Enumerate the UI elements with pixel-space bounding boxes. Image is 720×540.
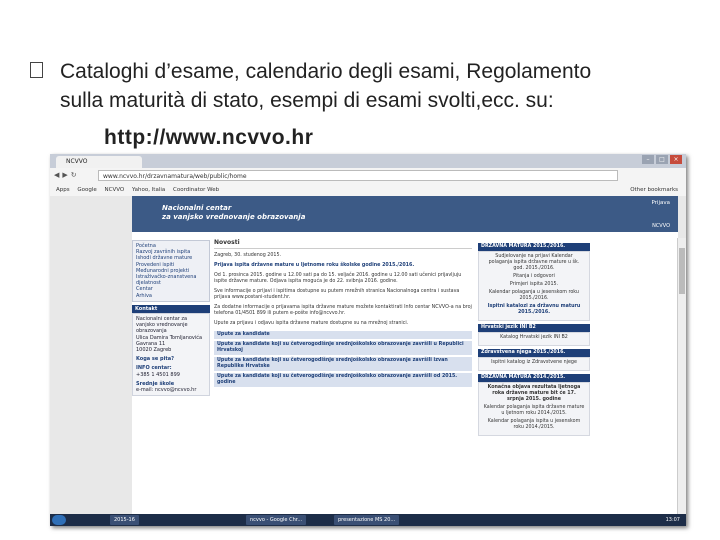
slide-line-1: Cataloghi d’esame, calendario degli esam… [60, 60, 592, 83]
right-box: Sudjelovanje na prijavi Kalendar polagan… [478, 251, 590, 321]
news-date: Zagreb, 30. studenog 2015. [214, 253, 282, 258]
bookmark-google[interactable]: Google [77, 187, 96, 193]
slide-line-2: sulla maturità di stato, esempi di esami… [60, 89, 554, 112]
url-input[interactable]: www.ncvvo.hr/drzavnamatura/web/public/ho… [98, 170, 618, 181]
right-link[interactable]: Kalendar polaganja ispita državne mature… [483, 405, 585, 417]
banner-title-1: Nacionalni centar [162, 204, 232, 212]
right-link[interactable]: Konačna objava rezultata ljetnoga roka d… [483, 385, 585, 403]
news-heading: Novosti [214, 240, 472, 249]
bookmark-yahoo[interactable]: Yahoo, Italia [132, 187, 165, 193]
nav-buttons-icon[interactable]: ◀▶↻ [54, 171, 80, 179]
taskbar-item[interactable]: ncvvo - Google Chr... [246, 515, 307, 525]
right-link[interactable]: Pitanja i odgovori [483, 274, 585, 280]
menu-item[interactable]: Arhiva [136, 293, 206, 299]
site-container: Nacionalni centar za vanjsko vrednovanje… [132, 196, 678, 514]
taskbar-clock: 13:07 [665, 517, 680, 523]
taskbar-item[interactable]: 2015-16 [110, 515, 139, 525]
school-title: Srednje škole [136, 380, 175, 387]
window-controls: – □ × [642, 155, 682, 165]
right-heading: DRŽAVNA MATURA 2015./2016. [478, 243, 590, 251]
bookmark-ncvvo[interactable]: NCVVO [105, 187, 125, 193]
school-email[interactable]: e-mail: ncvvo@ncvvo.hr [136, 387, 206, 393]
news-paragraph: Upute za prijavu i odjavu ispita državne… [214, 321, 409, 326]
other-bookmarks[interactable]: Other bookmarks [630, 184, 678, 196]
right-link[interactable]: Katalog Hrvatski jezik INI B2 [483, 335, 585, 341]
taskbar: 2015-16 ncvvo - Google Chr... presentazi… [50, 514, 686, 526]
browser-screenshot: NCVVO – □ × ◀▶↻ www.ncvvo.hr/drzavnamatu… [50, 154, 686, 526]
right-link[interactable]: Sudjelovanje na prijavi Kalendar polagan… [483, 254, 585, 272]
right-link[interactable]: Kalendar polaganja u jesenskom roku 2015… [483, 290, 585, 302]
browser-tab-bar: NCVVO – □ × [50, 154, 686, 168]
scrollbar-thumb[interactable] [679, 248, 685, 294]
news-headline[interactable]: Prijava ispita državne mature u ljetnome… [214, 263, 472, 269]
login-link[interactable]: Prijava [651, 200, 670, 206]
notice-link[interactable]: Upute za kandidate koji su četverogodišn… [214, 357, 472, 371]
browser-tab[interactable]: NCVVO [56, 156, 142, 168]
menu-item[interactable]: Istraživačko-znanstvena djelatnost [136, 274, 206, 286]
minimize-icon[interactable]: – [642, 155, 654, 164]
right-heading: Hrvatski jezik INI B2 [478, 324, 590, 332]
scrollbar[interactable] [677, 238, 686, 526]
right-box: Katalog Hrvatski jezik INI B2 [478, 332, 590, 346]
news-paragraph: Sve informacije o prijavi i ispitima dos… [214, 289, 460, 300]
right-link[interactable]: Primjeri ispita 2015. [483, 282, 585, 288]
ncvvo-label: NCVVO [652, 223, 670, 229]
contact-line: Ulica Damira Tomljanovića Gavrana 11 [136, 334, 203, 347]
notice-link[interactable]: Upute za kandidate koji su četverogodišn… [214, 341, 472, 355]
right-box: Ispitni katalog iz Zdravstvene njege [478, 357, 590, 371]
contact-line: Nacionalni centar za vanjsko vrednovanje… [136, 316, 188, 335]
site-banner: Nacionalni centar za vanjsko vrednovanje… [132, 196, 678, 232]
side-menu: Početna Razvoj završnih ispita Ishodi dr… [132, 240, 210, 302]
banner-title-2: za vanjsko vrednovanje obrazovanja [162, 213, 306, 221]
close-icon[interactable]: × [670, 155, 682, 164]
right-box: Konačna objava rezultata ljetnoga roka d… [478, 382, 590, 436]
right-heading: Zdravstvena njega 2015./2016. [478, 349, 590, 357]
news-paragraph: Za dodatne informacije o prijavama ispit… [214, 305, 472, 316]
bookmark-coordinator[interactable]: Coordinator Web [173, 187, 219, 193]
info-center-title: INFO centar: [136, 365, 172, 372]
bookmark-apps[interactable]: Apps [56, 187, 70, 193]
news-paragraph: Od 1. prosinca 2015. godine u 12.00 sati… [214, 273, 462, 284]
who-to-ask-link[interactable]: Koga se pita? [136, 356, 174, 362]
news-column: Novosti Zagreb, 30. studenog 2015. Prija… [214, 240, 472, 389]
contact-title: Kontakt [132, 304, 210, 314]
taskbar-item[interactable]: presentazione MS 20... [334, 515, 400, 525]
slide-url[interactable]: http://www.ncvvo.hr [104, 124, 313, 152]
notice-link[interactable]: Upute za kandidate [214, 331, 472, 339]
slide-body: Cataloghi d’esame, calendario degli esam… [0, 0, 720, 150]
address-bar: ◀▶↻ www.ncvvo.hr/drzavnamatura/web/publi… [50, 168, 686, 185]
right-link[interactable]: Ispitni katalog iz Zdravstvene njege [483, 360, 585, 366]
maximize-icon[interactable]: □ [656, 155, 668, 164]
start-button-icon[interactable] [52, 515, 66, 525]
web-page: Nacionalni centar za vanjsko vrednovanje… [50, 196, 686, 526]
right-column: DRŽAVNA MATURA 2015./2016. Sudjelovanje … [478, 240, 590, 436]
left-column: Početna Razvoj završnih ispita Ishodi dr… [132, 240, 210, 397]
right-link[interactable]: Kalendar polaganja ispita u jesenskom ro… [483, 419, 585, 431]
info-phone: +385 1 4501 899 [136, 371, 180, 378]
notice-link[interactable]: Upute za kandidate koji su četverogodišn… [214, 373, 472, 387]
right-link[interactable]: Ispitni katalozi za državnu maturu 2015.… [483, 304, 585, 316]
contact-box: Nacionalni centar za vanjsko vrednovanje… [132, 313, 210, 397]
right-heading: DRŽAVNA MATURA 2014./2015. [478, 374, 590, 382]
contact-line: 10020 Zagreb [136, 347, 172, 354]
